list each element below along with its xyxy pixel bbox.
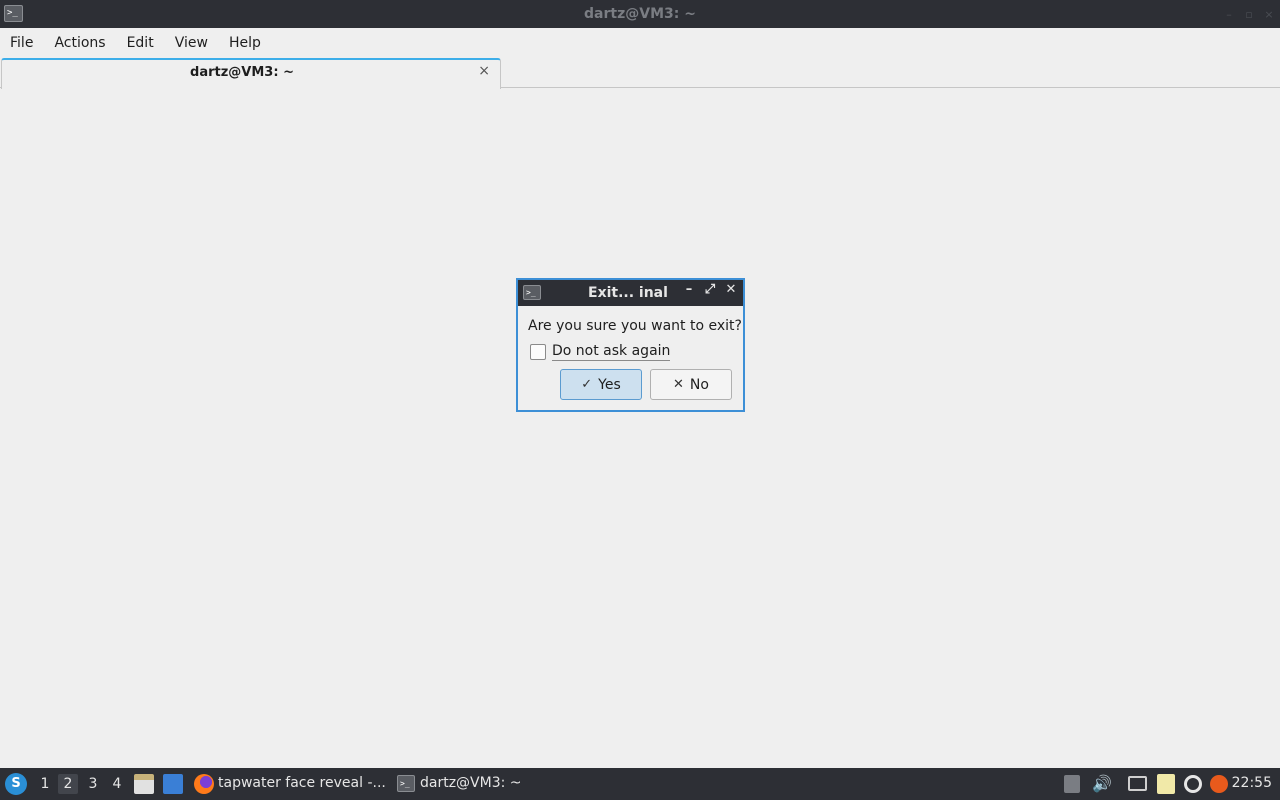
dialog-title: Exit... inal bbox=[588, 285, 668, 301]
menu-file[interactable]: File bbox=[10, 35, 33, 51]
checkbox-box[interactable] bbox=[530, 344, 546, 360]
maximize-icon[interactable]: ▫ bbox=[1244, 8, 1254, 21]
minimize-icon[interactable]: – bbox=[1224, 8, 1234, 21]
clipboard-icon[interactable] bbox=[1157, 774, 1175, 794]
task-firefox[interactable]: tapwater face reveal -... bbox=[218, 775, 386, 791]
terminal-app-icon: >_ bbox=[4, 5, 23, 22]
tab-terminal[interactable]: dartz@VM3: ~ × bbox=[1, 58, 501, 89]
task-terminal[interactable]: dartz@VM3: ~ bbox=[420, 775, 522, 791]
workspace-2[interactable]: 2 bbox=[58, 774, 78, 794]
menu-bar: File Actions Edit View Help bbox=[0, 28, 1280, 58]
check-icon: ✓ bbox=[581, 377, 593, 392]
dialog-controls: – ⤢ ✕ bbox=[683, 282, 737, 297]
no-button-label: No bbox=[689, 376, 709, 393]
sync-icon[interactable] bbox=[1184, 775, 1202, 793]
show-desktop-icon[interactable] bbox=[163, 774, 183, 794]
window-controls: – ▫ × bbox=[1224, 0, 1274, 28]
dialog-question: Are you sure you want to exit? bbox=[528, 318, 742, 334]
do-not-ask-checkbox[interactable]: Do not ask again bbox=[530, 343, 671, 361]
tab-label: dartz@VM3: ~ bbox=[190, 65, 294, 80]
tray-arrow-icon[interactable] bbox=[1064, 775, 1080, 793]
taskbar: S 1 2 3 4 tapwater face reveal -... >_ d… bbox=[0, 768, 1280, 800]
volume-icon[interactable]: 🔊 bbox=[1092, 774, 1112, 794]
firefox-icon[interactable] bbox=[194, 774, 214, 794]
menu-view[interactable]: View bbox=[175, 35, 208, 51]
cross-icon: ✕ bbox=[673, 377, 684, 392]
exit-dialog: >_ Exit... inal – ⤢ ✕ Are you sure you w… bbox=[516, 278, 745, 412]
workspace-3[interactable]: 3 bbox=[83, 774, 103, 794]
yes-button-label: Yes bbox=[598, 376, 621, 393]
tab-bar: dartz@VM3: ~ × bbox=[0, 58, 1280, 89]
clock[interactable]: 22:55 bbox=[1232, 775, 1272, 791]
tab-close-icon[interactable]: × bbox=[478, 63, 490, 79]
workspace-1[interactable]: 1 bbox=[35, 774, 55, 794]
menu-help[interactable]: Help bbox=[229, 35, 261, 51]
close-icon[interactable]: × bbox=[1264, 8, 1274, 21]
yes-button[interactable]: ✓ Yes bbox=[560, 369, 642, 400]
dialog-titlebar: >_ Exit... inal – ⤢ ✕ bbox=[518, 280, 743, 306]
dialog-close-icon[interactable]: ✕ bbox=[725, 282, 737, 297]
menu-actions[interactable]: Actions bbox=[54, 35, 105, 51]
start-menu-icon[interactable]: S bbox=[5, 773, 27, 795]
terminal-icon: >_ bbox=[523, 285, 541, 300]
file-manager-icon[interactable] bbox=[134, 774, 154, 794]
no-button[interactable]: ✕ No bbox=[650, 369, 732, 400]
network-icon[interactable] bbox=[1128, 776, 1147, 791]
checkbox-label[interactable]: Do not ask again bbox=[552, 343, 671, 361]
update-icon[interactable] bbox=[1210, 775, 1228, 793]
window-titlebar: >_ dartz@VM3: ~ – ▫ × bbox=[0, 0, 1280, 28]
dialog-maximize-icon[interactable]: ⤢ bbox=[704, 282, 716, 297]
dialog-minimize-icon[interactable]: – bbox=[683, 282, 695, 297]
menu-edit[interactable]: Edit bbox=[127, 35, 154, 51]
terminal-task-icon[interactable]: >_ bbox=[397, 775, 415, 792]
window-title: dartz@VM3: ~ bbox=[584, 6, 696, 22]
workspace-4[interactable]: 4 bbox=[107, 774, 127, 794]
